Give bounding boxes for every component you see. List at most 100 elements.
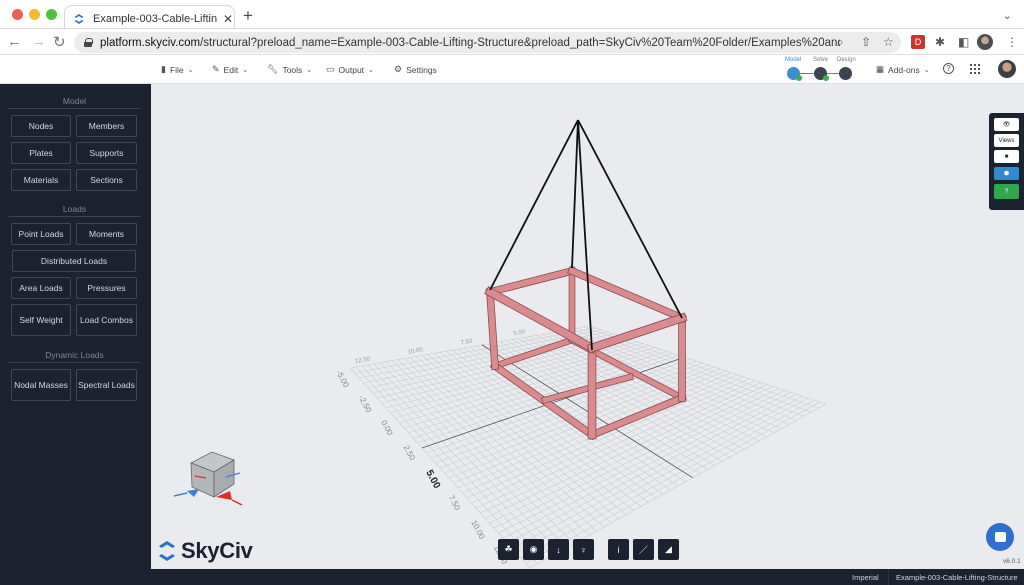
grid-label: 10.00 (408, 347, 424, 356)
window-minimize-button[interactable] (29, 9, 40, 20)
point-loads-button[interactable]: Point Loads (11, 223, 71, 245)
user-avatar[interactable] (998, 60, 1016, 78)
step-model-label: Model (785, 57, 802, 63)
grid-label: 10.00 (469, 519, 487, 541)
share-icon[interactable]: ⇧ (861, 35, 871, 49)
chevron-down-icon[interactable]: ⌄ (1003, 9, 1012, 22)
step-solve-label: Solve (813, 57, 829, 63)
chat-support-button[interactable] (986, 523, 1014, 551)
menu-output[interactable]: ▭ Output ⌄ (326, 64, 374, 75)
grid-label: 5.00 (513, 329, 526, 337)
pencil-icon: ✎ (212, 64, 220, 74)
nodal-masses-button[interactable]: Nodal Masses (11, 369, 71, 401)
menu-edit[interactable]: ✎ Edit ⌄ (212, 64, 248, 75)
sidebar: Model Nodes Members Plates Supports Mate… (0, 84, 151, 569)
menu-edit-label: Edit (223, 64, 239, 75)
members-button[interactable]: Members (76, 115, 137, 137)
forward-arrow-icon[interactable]: → (31, 33, 46, 50)
area-loads-button[interactable]: Area Loads (11, 277, 71, 299)
addons-menu[interactable]: ▦ Add-ons ⌄ (876, 64, 930, 75)
gear-icon: ⚙ (394, 64, 403, 74)
address-bar[interactable]: platform.skyciv.com/structural?preload_n… (74, 32, 901, 53)
views-button[interactable]: Views (994, 134, 1019, 147)
help-icon[interactable]: ? (943, 63, 954, 74)
3d-viewport[interactable]: -5.00-2.500.002.505.007.5010.0012.5015.0… (151, 84, 1024, 569)
info-icon[interactable]: i (608, 539, 629, 560)
grid-line (511, 395, 803, 549)
step-solve-button[interactable] (814, 67, 829, 81)
step-design-label: Design (837, 57, 856, 63)
lock-icon (84, 38, 93, 47)
lifting-cables (489, 119, 683, 351)
zoom-magnifier-icon[interactable]: ⌕ (837, 35, 844, 50)
workflow-stepper: Model Solve Design (784, 57, 864, 83)
materials-button[interactable]: Materials (11, 169, 71, 191)
file-name: Example-003-Cable-Lifting-Structure (896, 573, 1018, 582)
addons-label: Add-ons (888, 64, 920, 75)
menu-tools[interactable]: 🔧︎ Tools ⌄ (267, 64, 312, 75)
chat-icon (994, 532, 1006, 542)
member (485, 287, 597, 353)
section-loads-title: Loads (8, 204, 141, 217)
bottom-toolbar-right: i ／ ◢ (608, 539, 679, 560)
tab-close-icon[interactable]: ✕ (223, 12, 233, 26)
extensions-puzzle-icon[interactable]: ✱ (935, 35, 945, 49)
supports-button[interactable]: Supports (76, 142, 137, 164)
pressures-button[interactable]: Pressures (76, 277, 137, 299)
help-icon[interactable]: ? (994, 184, 1019, 199)
menu-tools-label: Tools (282, 64, 303, 75)
menu-settings-label: Settings (406, 64, 437, 75)
grid-label: 2.50 (402, 444, 418, 462)
browser-profile-avatar[interactable] (977, 34, 993, 50)
chevron-down-icon: ⌄ (368, 66, 374, 74)
apps-grid-icon[interactable] (970, 64, 980, 74)
grid-label: 0.00 (379, 419, 395, 437)
cable (489, 119, 579, 291)
grid-label: -5.00 (334, 369, 351, 390)
lightbulb-icon[interactable]: ♀ (573, 539, 594, 560)
cube-icon[interactable]: ⬢ (994, 167, 1019, 180)
distributed-loads-button[interactable]: Distributed Loads (12, 250, 136, 272)
load-combos-button[interactable]: Load Combos (76, 304, 137, 336)
layers-icon[interactable]: ☘ (498, 539, 519, 560)
url-text[interactable]: platform.skyciv.com/structural?preload_n… (100, 37, 840, 49)
reload-icon[interactable]: ↻ (53, 33, 66, 51)
back-arrow-icon[interactable]: ← (7, 33, 22, 50)
menu-file[interactable]: ▮ File ⌄ (161, 64, 194, 75)
skyciv-logo: SkyCiv (157, 538, 253, 564)
arrow-down-icon[interactable]: ↓ (548, 539, 569, 560)
spectral-loads-button[interactable]: Spectral Loads (76, 369, 137, 401)
eye-icon[interactable]: ◉ (523, 539, 544, 560)
step-design-button[interactable] (839, 67, 852, 80)
model-scene[interactable]: -5.00-2.500.002.505.007.5010.0012.5015.0… (151, 84, 1024, 569)
side-panel-icon[interactable]: ◧ (958, 35, 969, 49)
browser-menu-icon[interactable]: ⋮ (1006, 35, 1018, 49)
grid-label: 12.50 (355, 356, 371, 365)
status-divider (888, 569, 889, 585)
eye-icon[interactable]: 👁︎ (994, 118, 1019, 131)
menu-settings[interactable]: ⚙ Settings (394, 64, 437, 75)
units-indicator[interactable]: Imperial (852, 573, 879, 582)
chevron-down-icon: ⌄ (923, 66, 930, 74)
extension-red-icon[interactable]: D (911, 35, 925, 49)
menu-file-label: File (169, 64, 184, 75)
pencil-icon[interactable]: ／ (633, 539, 654, 560)
eraser-icon[interactable]: ◢ (658, 539, 679, 560)
grid-label: 7.50 (460, 338, 473, 346)
camera-icon[interactable]: ■ (994, 150, 1019, 163)
orientation-cube-icon[interactable] (173, 451, 243, 506)
browser-tabstrip: Example-003-Cable-Lifting-St ✕ + ⌄ (0, 0, 1024, 32)
window-close-button[interactable] (12, 9, 23, 20)
section-dynamic-loads-title: Dynamic Loads (8, 350, 141, 363)
moments-button[interactable]: Moments (76, 223, 137, 245)
sections-button[interactable]: Sections (76, 169, 137, 191)
skyciv-logo-icon (159, 541, 175, 561)
self-weight-button[interactable]: Self Weight (11, 304, 71, 336)
nodes-button[interactable]: Nodes (11, 115, 71, 137)
plates-button[interactable]: Plates (11, 142, 71, 164)
new-tab-button[interactable]: + (243, 6, 253, 26)
grid-label: 5.00 (423, 468, 442, 491)
window-maximize-button[interactable] (46, 9, 57, 20)
bookmark-star-icon[interactable]: ☆ (883, 35, 894, 49)
step-model-button[interactable] (787, 67, 802, 81)
